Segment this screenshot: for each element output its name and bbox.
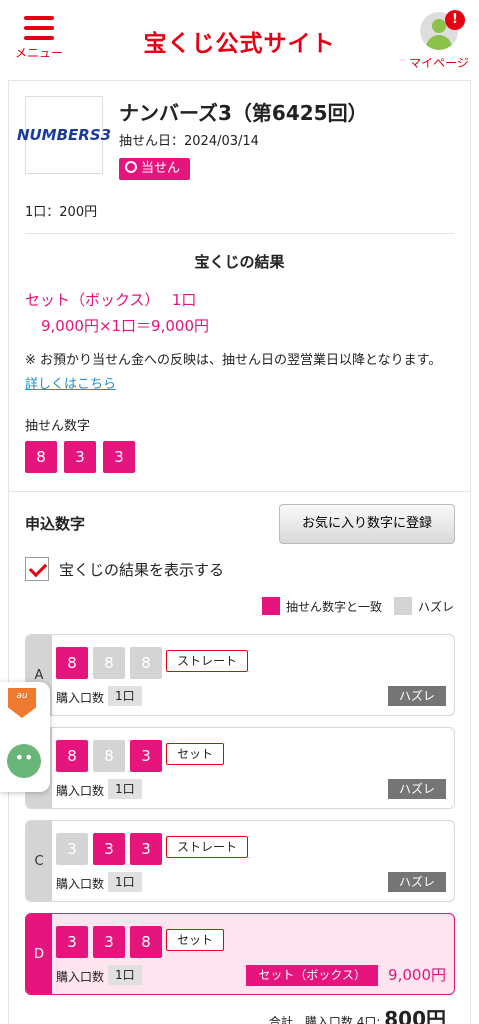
result-tag: ハズレ [388,779,446,799]
qty-label: 購入口数 [56,877,105,891]
chat-bubble-icon[interactable]: •• [7,744,41,778]
entry-type: セット [166,929,225,951]
result-tag: ハズレ [388,686,446,706]
legend: 抽せん数字と一致 ハズレ [250,597,454,615]
legend-match-label: 抽せん数字と一致 [285,599,382,614]
show-result-checkbox[interactable] [25,557,49,581]
numbers3-logo: NUMBERS3 [17,96,111,174]
win-badge-label: 当せん [141,161,181,176]
mypage-button[interactable]: ! マイページ [407,10,471,71]
entry-digit: 8 [56,740,88,772]
result-tag: ハズレ [388,872,446,892]
entry-digit: 3 [130,833,162,865]
legend-miss-swatch [393,597,412,615]
entry-digit: 8 [93,647,125,679]
qty-value: 1口 [108,686,142,706]
draw-number: 3 [64,441,96,473]
notification-badge: ! [445,10,465,30]
floating-widget: au •• [0,682,50,792]
total-summary: 合計 購入口数 4口: 800円 [269,1003,446,1024]
draw-number: 8 [25,441,57,473]
qty-label: 購入口数 [56,691,105,705]
register-favorite-button[interactable]: お気に入り数字に登録 [279,504,455,544]
payout-note: ※ お預かり当せん金への反映は、抽せん日の翌営業日以降となります。詳しくはこちら [25,353,442,392]
entry-digit: 3 [56,926,88,958]
total-amount: 800円 [384,1007,446,1024]
result-heading: 宝くじの結果 [194,253,285,271]
unit-price: 1口：200円 [25,205,98,220]
result-card: NUMBERS3 ナンバーズ3（第6425回） 抽せん日：2024/03/14 … [8,80,471,1024]
entry-digit: 8 [93,740,125,772]
au-shield-icon[interactable]: au [8,688,36,718]
app-header: メニュー 宝くじ公式サイト ! マイページ [0,0,479,70]
mypage-label: マイページ [409,56,469,70]
entry-row-b: B 8 8 3 セット 購入口数 1口 ハズレ [25,727,455,809]
divider [9,491,470,492]
show-result-label: 宝くじの結果を表示する [59,560,225,579]
application-numbers-label: 申込数字 [25,515,86,533]
entry-letter: D [26,914,52,994]
entry-digit: 3 [56,833,88,865]
total-label: 合計 購入口数 4口: [268,1015,381,1024]
draw-numbers-label: 抽せん数字 [25,419,91,434]
legend-match-swatch [261,597,280,615]
target-icon [125,161,137,173]
prize-line: セット（ボックス） 1口 [25,291,197,309]
entry-type: セット [166,743,225,765]
qty-value: 1口 [108,965,142,985]
entry-type: ストレート [166,650,249,672]
draw-date: 抽せん日：2024/03/14 [119,134,259,149]
page-title: ナンバーズ3（第6425回） [119,101,368,125]
details-link[interactable]: 詳しくはこちら [25,377,116,392]
entry-row-d: D 3 3 8 セット 購入口数 1口 セット（ボックス） 9,000円 [25,913,455,995]
entry-digit: 3 [130,740,162,772]
entry-letter: C [26,821,52,901]
entry-digit: 8 [56,647,88,679]
entry-digit: 3 [93,926,125,958]
entry-digit: 3 [93,833,125,865]
divider [25,233,454,234]
entry-digit: 8 [130,926,162,958]
entry-type: ストレート [166,836,249,858]
draw-number: 3 [103,441,135,473]
draw-numbers: 8 3 3 [25,441,135,473]
qty-label: 購入口数 [56,784,105,798]
legend-miss-label: ハズレ [417,599,454,614]
show-result-toggle[interactable]: 宝くじの結果を表示する [25,557,224,581]
qty-value: 1口 [108,779,142,799]
prize-type-tag: セット（ボックス） [246,965,378,986]
win-badge: 当せん [119,158,191,180]
prize-calc: 9,000円×1口＝9,000円 [41,317,209,335]
entry-row-c: C 3 3 3 ストレート 購入口数 1口 ハズレ [25,820,455,902]
qty-label: 購入口数 [56,970,105,984]
qty-value: 1口 [108,872,142,892]
prize-amount: 9,000円 [388,966,446,984]
entry-digit: 8 [130,647,162,679]
entry-row-a: A 8 8 8 ストレート 購入口数 1口 ハズレ [25,634,455,716]
